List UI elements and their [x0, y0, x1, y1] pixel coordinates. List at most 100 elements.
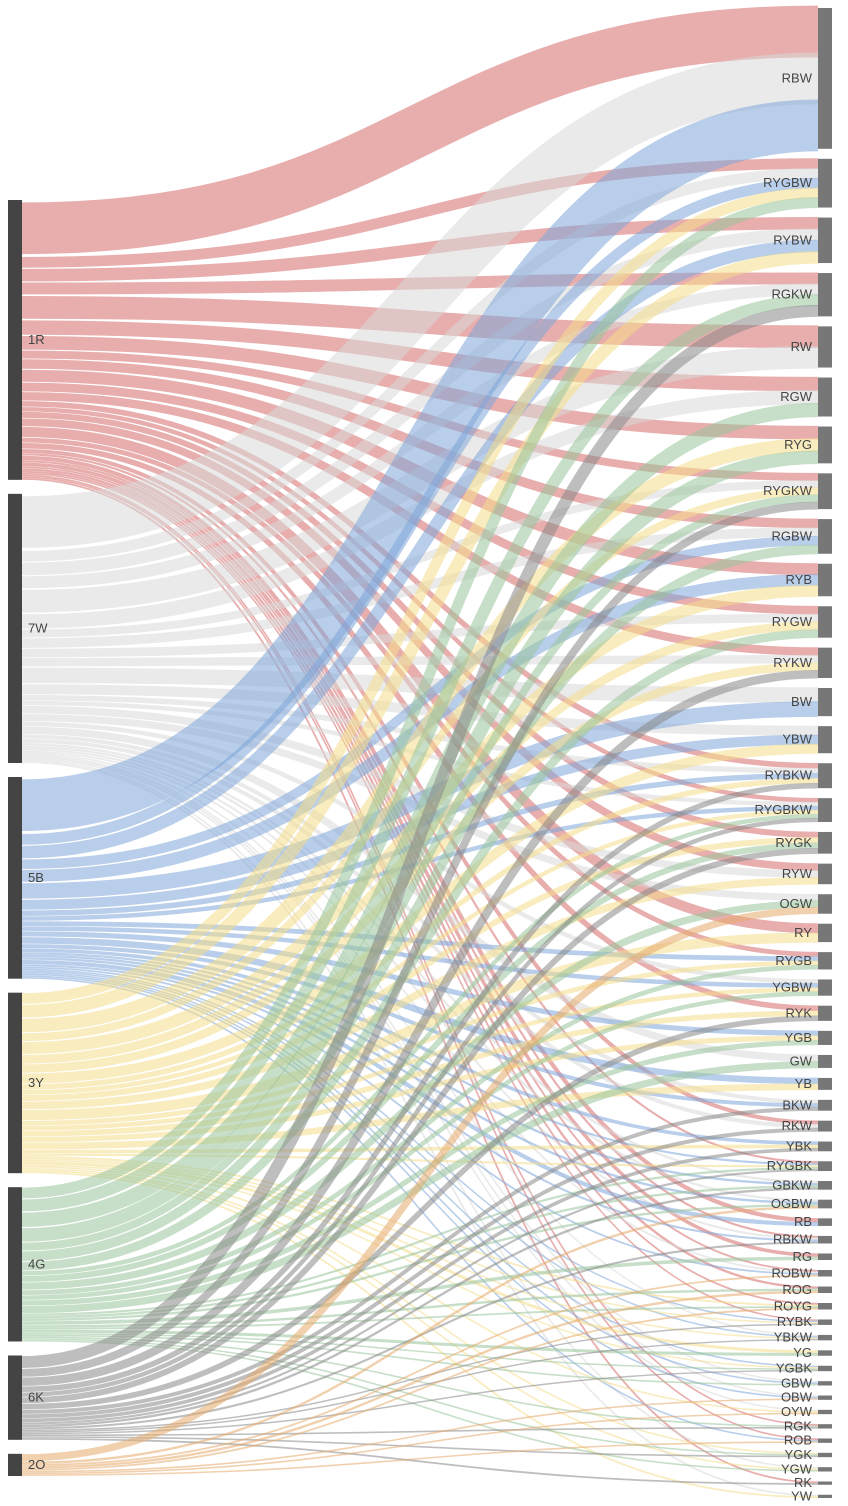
right-label-RKW: RKW [782, 1118, 813, 1133]
right-node-YGW [818, 1467, 832, 1471]
right-label-YBW: YBW [782, 732, 812, 747]
right-label-GW: GW [790, 1053, 813, 1068]
right-label-RYK: RYK [786, 1005, 813, 1020]
right-node-BKW [818, 1100, 832, 1111]
right-node-RYBKW [818, 763, 832, 788]
right-label-RYGKW: RYGKW [763, 483, 813, 498]
right-node-RYGBK [818, 1161, 832, 1171]
right-label-YBK: YBK [786, 1138, 812, 1153]
right-label-RG: RG [793, 1249, 813, 1264]
right-node-YGK [818, 1453, 832, 1457]
right-label-ROYG: ROYG [774, 1298, 812, 1313]
right-label-OBW: OBW [781, 1390, 813, 1405]
right-node-OGBW [818, 1200, 832, 1209]
right-node-OBW [818, 1396, 832, 1400]
left-label-2O: 2O [28, 1457, 45, 1472]
right-node-RYBK [818, 1320, 832, 1325]
right-node-YB [818, 1078, 832, 1090]
right-node-RYG [818, 427, 832, 464]
right-node-ROB [818, 1439, 832, 1443]
right-label-YB: YB [795, 1076, 812, 1091]
right-node-YBK [818, 1142, 832, 1152]
right-node-RK [818, 1482, 832, 1485]
right-label-GBW: GBW [781, 1375, 813, 1390]
right-node-ROBW [818, 1270, 832, 1276]
left-label-1R: 1R [28, 332, 45, 347]
right-label-YGBW: YGBW [772, 980, 812, 995]
right-node-RGKW [818, 273, 832, 316]
right-label-RYB: RYB [786, 572, 813, 587]
left-label-7W: 7W [28, 620, 48, 635]
left-label-5B: 5B [28, 870, 44, 885]
right-label-YG: YG [793, 1345, 812, 1360]
right-node-RG [818, 1254, 832, 1260]
right-node-RYW [818, 864, 832, 885]
right-node-YG [818, 1350, 832, 1355]
right-label-RBKW: RBKW [773, 1232, 813, 1247]
right-label-RYGBKW: RYGBKW [754, 802, 812, 817]
right-label-YGBK: YGBK [776, 1360, 812, 1375]
right-node-YBW [818, 726, 832, 753]
right-label-RYGBW: RYGBW [763, 175, 813, 190]
left-node-7W [8, 494, 22, 763]
right-node-RGBW [818, 519, 832, 554]
right-label-RYGB: RYGB [775, 953, 812, 968]
right-node-YGBK [818, 1366, 832, 1371]
right-label-RYGW: RYGW [772, 614, 813, 629]
right-node-RYBW [818, 218, 832, 263]
right-label-RGW: RGW [780, 389, 813, 404]
left-label-3Y: 3Y [28, 1075, 44, 1090]
left-node-6K [8, 1355, 22, 1439]
right-node-ROYG [818, 1303, 832, 1309]
right-node-YGBW [818, 979, 832, 995]
right-node-RB [818, 1218, 832, 1226]
right-label-RYW: RYW [782, 866, 813, 881]
right-label-RB: RB [794, 1214, 812, 1229]
right-label-RYBK: RYBK [777, 1314, 812, 1329]
right-node-RKW [818, 1121, 832, 1132]
right-label-YBKW: YBKW [774, 1330, 813, 1345]
right-node-GBKW [818, 1181, 832, 1190]
right-node-RYK [818, 1006, 832, 1021]
right-label-ROB: ROB [784, 1433, 812, 1448]
right-node-RW [818, 326, 832, 367]
right-node-OYW [818, 1410, 832, 1414]
right-node-GW [818, 1055, 832, 1068]
right-label-OYW: OYW [781, 1404, 813, 1419]
right-label-RYGK: RYGK [775, 835, 812, 850]
right-node-YGB [818, 1031, 832, 1045]
right-node-YW [818, 1495, 832, 1498]
right-label-OGBW: OGBW [771, 1196, 813, 1211]
right-node-RBKW [818, 1236, 832, 1244]
right-label-YW: YW [791, 1488, 813, 1503]
right-label-RW: RW [791, 339, 813, 354]
right-node-RYGBKW [818, 798, 832, 822]
right-label-RGBW: RGBW [772, 528, 813, 543]
right-label-YGB: YGB [785, 1030, 812, 1045]
right-node-YBKW [818, 1335, 832, 1340]
right-node-OGW [818, 894, 832, 913]
right-node-RYB [818, 564, 832, 596]
right-node-RYGK [818, 832, 832, 854]
right-node-RYGKW [818, 473, 832, 509]
right-node-RYGW [818, 606, 832, 637]
right-label-BW: BW [791, 694, 813, 709]
left-label-6K: 6K [28, 1390, 44, 1405]
left-label-4G: 4G [28, 1256, 45, 1271]
right-node-RYGBW [818, 159, 832, 208]
right-label-GBKW: GBKW [772, 1177, 812, 1192]
right-node-RYKW [818, 648, 832, 678]
left-node-3Y [8, 993, 22, 1174]
right-node-ROG [818, 1287, 832, 1293]
right-node-RGK [818, 1424, 832, 1428]
right-node-RBW [818, 8, 832, 149]
right-label-RYKW: RYKW [773, 655, 812, 670]
sankey-chart: 1R7W5B3Y4G6K2ORBWRYGBWRYBWRGKWRWRGWRYGRY… [0, 0, 848, 1506]
right-label-YGW: YGW [781, 1461, 813, 1476]
right-node-BW [818, 688, 832, 716]
left-node-1R [8, 200, 22, 480]
left-node-5B [8, 777, 22, 979]
right-label-RBW: RBW [782, 70, 813, 85]
right-node-RYGB [818, 952, 832, 969]
right-node-RGW [818, 378, 832, 417]
